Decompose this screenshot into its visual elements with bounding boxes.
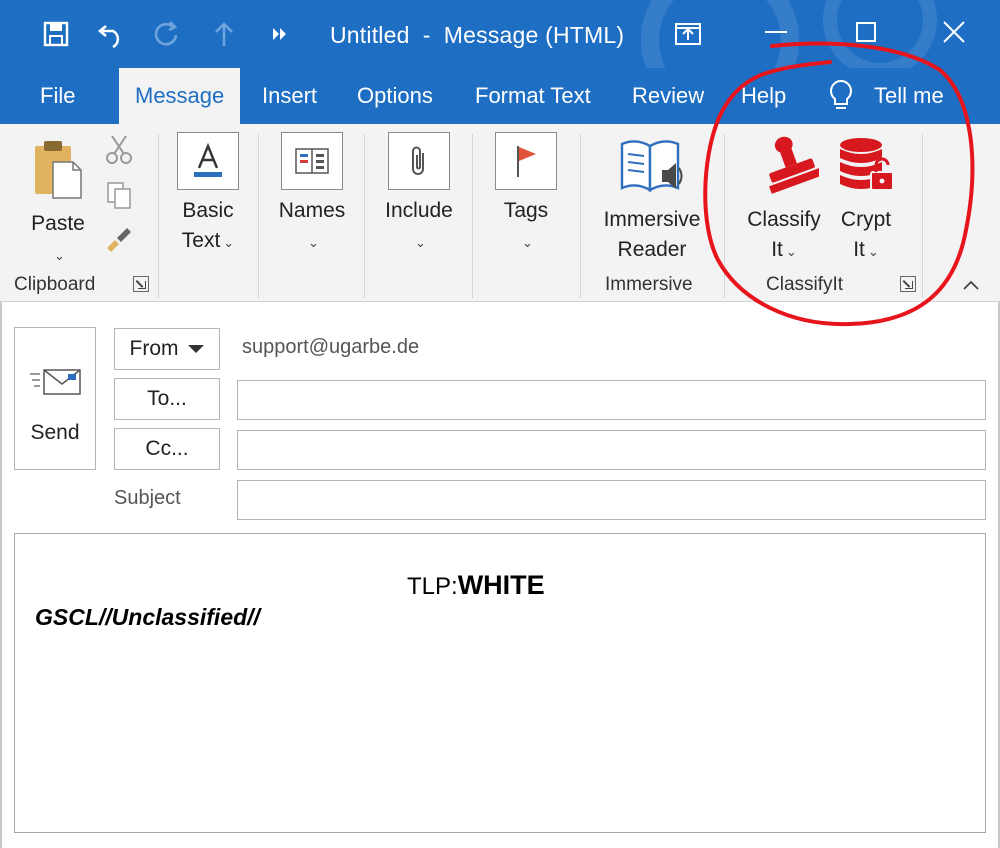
minimize-button[interactable]	[752, 10, 800, 54]
dropdown-arrow-icon	[187, 345, 204, 353]
ribbon-display-options-icon[interactable]	[668, 12, 708, 56]
paste-label: Paste	[31, 212, 85, 235]
classifyit-launcher-icon[interactable]	[900, 276, 916, 292]
tab-insert[interactable]: Insert	[262, 68, 317, 124]
names-button[interactable]: Names ⌄	[268, 132, 356, 258]
group-separator	[580, 134, 581, 298]
clipboard-launcher-icon[interactable]	[133, 276, 149, 292]
chevron-down-icon: ⌄	[54, 248, 65, 263]
group-separator	[258, 134, 259, 298]
include-label: Include	[385, 199, 453, 222]
crypt-it-label-line2: It	[853, 238, 865, 261]
subject-field[interactable]	[237, 480, 986, 520]
close-button[interactable]	[930, 10, 978, 54]
scissors-icon	[106, 135, 132, 164]
chevron-down-icon: ⌄	[867, 244, 879, 259]
tlp-prefix: TLP:	[407, 573, 458, 600]
tab-format-text[interactable]: Format Text	[475, 68, 591, 124]
tab-review[interactable]: Review	[632, 68, 704, 124]
immersive-reader-button[interactable]: Immersive Reader	[592, 136, 712, 265]
ribbon: Paste ⌄ Clipboard Basic Text ⌄ Names ⌄ In…	[0, 124, 1000, 302]
send-button[interactable]: Send	[14, 327, 96, 470]
paperclip-icon	[388, 132, 450, 190]
from-label: From	[129, 337, 179, 360]
copy-button[interactable]	[102, 180, 136, 219]
from-button[interactable]: From	[114, 328, 220, 370]
font-color-icon	[177, 132, 239, 190]
format-painter-icon	[107, 228, 131, 252]
send-envelope-icon	[30, 369, 81, 395]
group-label-classifyit: ClassifyIt	[766, 274, 844, 295]
immersive-reader-label-line2: Reader	[617, 238, 687, 261]
copy-icon	[107, 182, 131, 209]
crypt-it-label-line1: Crypt	[840, 208, 892, 231]
tell-me-label: Tell me	[874, 83, 944, 108]
redo-icon[interactable]	[146, 12, 186, 56]
cc-button[interactable]: Cc...	[114, 428, 220, 470]
tlp-marking: TLP:WHITE	[407, 570, 545, 601]
names-label: Names	[278, 199, 346, 222]
tab-options[interactable]: Options	[357, 68, 433, 124]
tab-file[interactable]: File	[40, 68, 75, 124]
basic-text-label-line1: Basic	[182, 199, 234, 222]
group-separator	[472, 134, 473, 298]
send-label: Send	[30, 421, 80, 444]
basic-text-label-line2: Text	[181, 229, 221, 252]
classify-it-label-line2: It	[771, 238, 783, 261]
more-icon[interactable]	[260, 12, 300, 56]
paste-icon	[35, 141, 82, 199]
chevron-down-icon: ⌄	[223, 235, 235, 250]
tags-button[interactable]: Tags ⌄	[482, 132, 570, 258]
group-separator	[158, 134, 159, 298]
tell-me-search[interactable]: Tell me	[828, 76, 944, 116]
stamp-icon	[769, 136, 823, 194]
classify-it-label-line1: Classify	[747, 208, 821, 231]
to-button[interactable]: To...	[114, 378, 220, 420]
immersive-reader-label-line1: Immersive	[603, 208, 701, 231]
immersive-reader-icon	[620, 140, 683, 193]
collapse-ribbon-icon[interactable]	[962, 278, 980, 292]
up-arrow-icon[interactable]	[204, 12, 244, 56]
group-separator	[922, 134, 923, 298]
to-field[interactable]	[237, 380, 986, 420]
tab-help[interactable]: Help	[741, 68, 786, 124]
include-button[interactable]: Include ⌄	[374, 132, 464, 258]
chevron-down-icon: ⌄	[785, 244, 797, 259]
database-lock-icon	[840, 138, 894, 191]
tab-message[interactable]: Message	[119, 68, 241, 124]
ribbon-tab-bar: File Message Insert Options Format Text …	[0, 68, 1000, 124]
from-address: support@ugarbe.de	[242, 336, 420, 358]
format-painter-button[interactable]	[102, 222, 136, 261]
window-frame-left	[0, 302, 2, 848]
crypt-it-button[interactable]: Crypt It ⌄	[828, 136, 904, 267]
save-icon[interactable]	[36, 12, 76, 56]
tags-label: Tags	[503, 199, 549, 222]
tlp-level: WHITE	[457, 570, 545, 600]
subject-label: Subject	[114, 487, 181, 509]
cc-field[interactable]	[237, 430, 986, 470]
cut-button[interactable]	[102, 134, 136, 175]
window-title: Untitled - Message (HTML)	[330, 22, 625, 48]
flag-icon	[495, 132, 557, 190]
chevron-down-icon: ⌄	[522, 235, 533, 250]
basic-text-button[interactable]: Basic Text ⌄	[168, 132, 248, 258]
group-label-immersive: Immersive	[605, 274, 693, 295]
message-body-editor[interactable]: TLP:WHITE GSCL//Unclassified//	[14, 533, 986, 833]
maximize-button[interactable]	[842, 10, 890, 54]
lightbulb-icon	[830, 79, 852, 109]
group-separator	[364, 134, 365, 298]
undo-icon[interactable]	[92, 12, 132, 56]
group-label-clipboard: Clipboard	[14, 274, 96, 295]
chevron-down-icon: ⌄	[308, 235, 319, 250]
chevron-down-icon: ⌄	[415, 235, 426, 250]
classify-it-button[interactable]: Classify It ⌄	[740, 136, 828, 267]
group-separator	[724, 134, 725, 298]
paste-button[interactable]: Paste ⌄	[22, 138, 94, 271]
address-book-icon	[281, 132, 343, 190]
classification-marking: GSCL//Unclassified//	[35, 604, 260, 630]
title-bar: Untitled - Message (HTML)	[0, 0, 1000, 68]
